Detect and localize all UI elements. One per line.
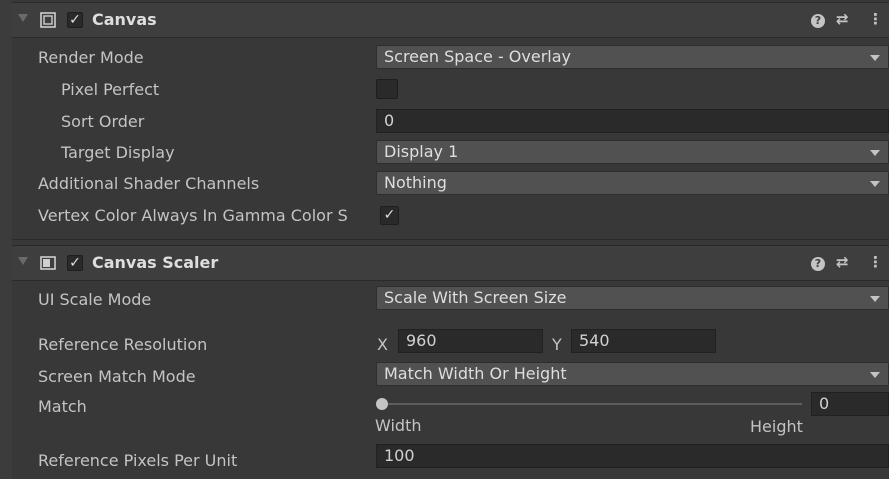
dropdown-arrow-icon [870, 372, 880, 378]
canvas-component-icon [40, 12, 56, 28]
presets-icon[interactable]: ⇄ [836, 253, 849, 271]
sort-order-label: Sort Order [61, 112, 145, 131]
width-label: Width [375, 416, 422, 435]
dropdown-arrow-icon [870, 181, 880, 187]
foldout-arrow-icon[interactable] [18, 257, 28, 265]
shader-channels-value: Nothing [384, 173, 447, 192]
ui-scale-mode-dropdown[interactable]: Scale With Screen Size [376, 286, 889, 310]
vertex-color-checkbox[interactable]: ✓ [380, 206, 399, 225]
slider-thumb[interactable] [376, 398, 388, 410]
sort-order-input[interactable]: 0 [376, 109, 889, 133]
shader-channels-dropdown[interactable]: Nothing [376, 171, 889, 195]
x-axis-label: X [377, 335, 388, 354]
canvas-scaler-component-header[interactable]: ✓ Canvas Scaler ? ⇄ ⋮ [12, 245, 889, 281]
reference-resolution-x-input[interactable]: 960 [398, 329, 543, 353]
presets-icon[interactable]: ⇄ [836, 10, 849, 28]
height-label: Height [750, 417, 803, 436]
render-mode-value: Screen Space - Overlay [384, 47, 571, 66]
pixel-perfect-label: Pixel Perfect [61, 80, 160, 99]
slider-track [380, 403, 802, 405]
canvas-enabled-checkbox[interactable]: ✓ [67, 12, 83, 28]
canvas-title: Canvas [92, 10, 157, 29]
match-slider[interactable] [376, 396, 802, 412]
match-label: Match [38, 397, 87, 416]
inspector-panel: ✓ Canvas ? ⇄ ⋮ Render Mode Screen Space … [12, 0, 889, 479]
help-icon[interactable]: ? [811, 253, 825, 271]
pixel-perfect-checkbox[interactable] [376, 79, 398, 99]
help-icon[interactable]: ? [811, 10, 825, 28]
reference-resolution-label: Reference Resolution [38, 335, 208, 354]
render-mode-label: Render Mode [38, 48, 144, 67]
kebab-menu-icon[interactable]: ⋮ [868, 253, 883, 271]
reference-pixels-input[interactable]: 100 [376, 444, 889, 468]
ui-scale-mode-label: UI Scale Mode [38, 290, 152, 309]
dropdown-arrow-icon [870, 150, 880, 156]
render-mode-dropdown[interactable]: Screen Space - Overlay [376, 45, 889, 69]
target-display-dropdown[interactable]: Display 1 [376, 140, 889, 164]
screen-match-mode-dropdown[interactable]: Match Width Or Height [376, 362, 889, 386]
dropdown-arrow-icon [870, 55, 880, 61]
shader-channels-label: Additional Shader Channels [38, 174, 260, 193]
foldout-arrow-icon[interactable] [18, 14, 28, 22]
screen-match-mode-value: Match Width Or Height [384, 364, 567, 383]
target-display-value: Display 1 [384, 142, 459, 161]
canvas-component-header[interactable]: ✓ Canvas ? ⇄ ⋮ [12, 2, 889, 38]
screen-match-mode-label: Screen Match Mode [38, 367, 196, 386]
dropdown-arrow-icon [870, 296, 880, 302]
canvas-scaler-component-icon [40, 256, 56, 270]
component-divider [12, 239, 889, 240]
vertex-color-label: Vertex Color Always In Gamma Color S [38, 206, 348, 225]
ui-scale-mode-value: Scale With Screen Size [384, 288, 567, 307]
kebab-menu-icon[interactable]: ⋮ [868, 10, 883, 28]
target-display-label: Target Display [61, 143, 175, 162]
canvas-scaler-title: Canvas Scaler [92, 253, 219, 272]
canvas-scaler-enabled-checkbox[interactable]: ✓ [67, 255, 83, 271]
y-axis-label: Y [552, 335, 562, 354]
reference-pixels-label: Reference Pixels Per Unit [38, 451, 238, 470]
reference-resolution-y-input[interactable]: 540 [571, 329, 716, 353]
match-value-input[interactable]: 0 [811, 392, 889, 416]
